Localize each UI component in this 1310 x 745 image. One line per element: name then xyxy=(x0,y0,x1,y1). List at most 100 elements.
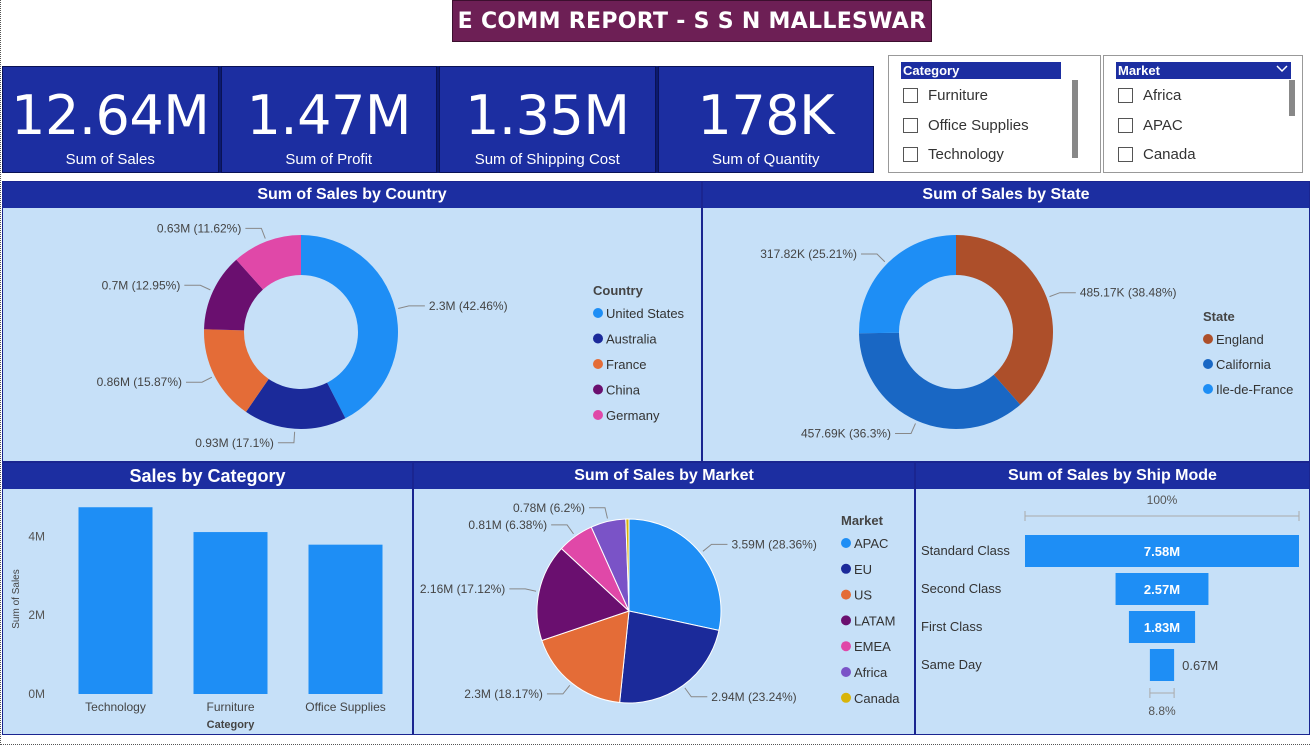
bottom-percent-label: 8.8% xyxy=(1148,704,1176,718)
legend-marker-united-states xyxy=(593,308,603,318)
checkbox[interactable] xyxy=(1118,88,1133,103)
leader-line xyxy=(1049,292,1076,298)
leader-line xyxy=(860,253,886,263)
legend-marker-china xyxy=(593,384,603,395)
legend-marker-england xyxy=(1203,334,1213,344)
x-tick-label: Furniture xyxy=(206,700,254,714)
checkbox[interactable] xyxy=(903,88,918,103)
legend-marker-latam xyxy=(841,615,851,626)
leader-line xyxy=(245,227,266,239)
x-axis-label: Category xyxy=(207,719,256,731)
bar-furniture xyxy=(193,532,268,694)
y-tick-label: 4M xyxy=(28,529,45,543)
category-option-office-supplies[interactable]: Office Supplies xyxy=(903,117,1029,134)
kpi-card-sales: 12.64M Sum of Sales xyxy=(2,66,219,173)
funnel-category-label: Same Day xyxy=(921,657,982,672)
y-tick-label: 0M xyxy=(28,687,45,701)
checkbox[interactable] xyxy=(1118,118,1133,133)
country-donut-chart: 2.3M (42.46%) 0.93M (17.1%) 0.86M (15.87%)… xyxy=(97,221,685,449)
legend-item-england: England xyxy=(1216,332,1264,347)
legend-marker-california xyxy=(1203,359,1213,369)
legend-title: State xyxy=(1203,309,1235,324)
option-label: Africa xyxy=(1143,87,1182,104)
chevron-down-icon[interactable] xyxy=(1276,64,1288,74)
state-donut-chart: 485.17K (38.48%) 457.69K (36.3%) 317.82K (… xyxy=(760,235,1293,440)
leader-line xyxy=(509,588,537,592)
kpi-value-profit: 1.47M xyxy=(246,84,412,147)
market-option-apac[interactable]: APAC xyxy=(1118,117,1183,134)
market-scrollbar[interactable] xyxy=(1289,80,1295,116)
legend-marker-eu xyxy=(841,563,851,574)
kpi-label-profit: Sum of Profit xyxy=(285,151,373,168)
funnel-value-label: 0.67M xyxy=(1182,658,1218,673)
kpi-label-sales: Sum of Sales xyxy=(65,151,155,168)
legend-item-apac: APAC xyxy=(854,536,888,551)
legend-item-china: China xyxy=(606,383,641,398)
legend-title: Country xyxy=(593,283,644,298)
checkbox[interactable] xyxy=(903,147,918,162)
option-label: Canada xyxy=(1143,146,1196,163)
shipmode-chart-title: Sum of Sales by Ship Mode xyxy=(916,463,1309,489)
data-label: 0.7M (12.95%) xyxy=(102,278,181,292)
market-option-africa[interactable]: Africa xyxy=(1118,87,1181,104)
data-label: 0.78M (6.2%) xyxy=(513,501,585,515)
legend-item-france: France xyxy=(606,357,646,372)
legend-item-eu: EU xyxy=(854,562,872,577)
option-label: APAC xyxy=(1143,117,1183,134)
kpi-label-quantity: Sum of Quantity xyxy=(711,151,820,168)
legend-marker-emea xyxy=(841,641,851,652)
option-label: Furniture xyxy=(928,87,989,104)
slice-england xyxy=(956,235,1053,405)
shipmode-panel: Sum of Sales by Ship Mode 100% Standard C… xyxy=(915,462,1310,735)
funnel-value-label: 7.58M xyxy=(1144,544,1180,559)
market-option-canada[interactable]: Canada xyxy=(1118,146,1196,163)
kpi-card-quantity: 178K Sum of Quantity xyxy=(657,66,874,173)
leader-line xyxy=(398,305,425,309)
legend-item-africa: Africa xyxy=(854,665,888,680)
kpi-card-shipping: 1.35M Sum of Shipping Cost xyxy=(439,66,656,173)
report-title: E COMM REPORT - S S N MALLESWAR xyxy=(452,0,932,42)
country-chart-title: Sum of Sales by Country xyxy=(3,182,701,208)
category-option-technology[interactable]: Technology xyxy=(903,146,1004,163)
funnel-value-label: 1.83M xyxy=(1144,620,1180,635)
leader-line xyxy=(702,543,728,552)
market-slicer-header: Market xyxy=(1116,62,1291,79)
shipmode-funnel-chart: 100% Standard Class 7.58M Second Class 2.57M… xyxy=(921,493,1300,718)
category-bar-chart: 0M 2M 4M Technology Furniture Office Supplies… xyxy=(11,507,386,731)
leader-line xyxy=(546,684,571,695)
y-tick-label: 2M xyxy=(28,608,45,622)
kpi-card-profit: 1.47M Sum of Profit xyxy=(220,66,437,173)
legend-marker-africa xyxy=(841,667,851,677)
legend-item-ile-de-france: Ile-de-France xyxy=(1216,382,1293,397)
y-axis-label: Sum of Sales xyxy=(11,569,22,628)
checkbox[interactable] xyxy=(903,118,918,133)
legend-marker-ile-de-france xyxy=(1203,384,1213,394)
funnel-value-label: 2.57M xyxy=(1144,582,1180,597)
leader-line xyxy=(186,376,213,383)
option-label: Technology xyxy=(928,146,1004,163)
kpi-value-sales: 12.64M xyxy=(11,84,210,147)
bar-technology xyxy=(78,507,153,694)
funnel-bar-same-day xyxy=(1149,649,1175,681)
data-label: 0.81M (6.38%) xyxy=(468,518,547,532)
legend-marker-apac xyxy=(841,538,851,548)
legend-marker-germany xyxy=(593,410,603,420)
bar-office-supplies xyxy=(308,544,383,694)
category-slicer: Category Furniture Office Supplies Techn… xyxy=(888,55,1101,173)
category-chart-title: Sales by Category xyxy=(3,463,412,489)
data-label: 2.3M (42.46%) xyxy=(429,299,508,313)
kpi-row: 12.64M Sum of Sales 1.47M Sum of Profit … xyxy=(2,66,874,173)
kpi-value-quantity: 178K xyxy=(697,84,835,147)
top-percent-label: 100% xyxy=(1147,493,1178,507)
market-chart-title: Sum of Sales by Market xyxy=(414,463,914,489)
legend-item-australia: Australia xyxy=(606,332,657,347)
leader-line xyxy=(277,431,296,444)
category-option-furniture[interactable]: Furniture xyxy=(903,87,988,104)
legend-marker-canada xyxy=(841,692,851,703)
leader-line xyxy=(684,687,708,698)
legend-title: Market xyxy=(841,513,884,528)
category-slicer-header: Category xyxy=(901,62,1061,79)
category-scrollbar[interactable] xyxy=(1072,80,1078,158)
legend-marker-france xyxy=(593,359,603,369)
checkbox[interactable] xyxy=(1118,147,1133,162)
